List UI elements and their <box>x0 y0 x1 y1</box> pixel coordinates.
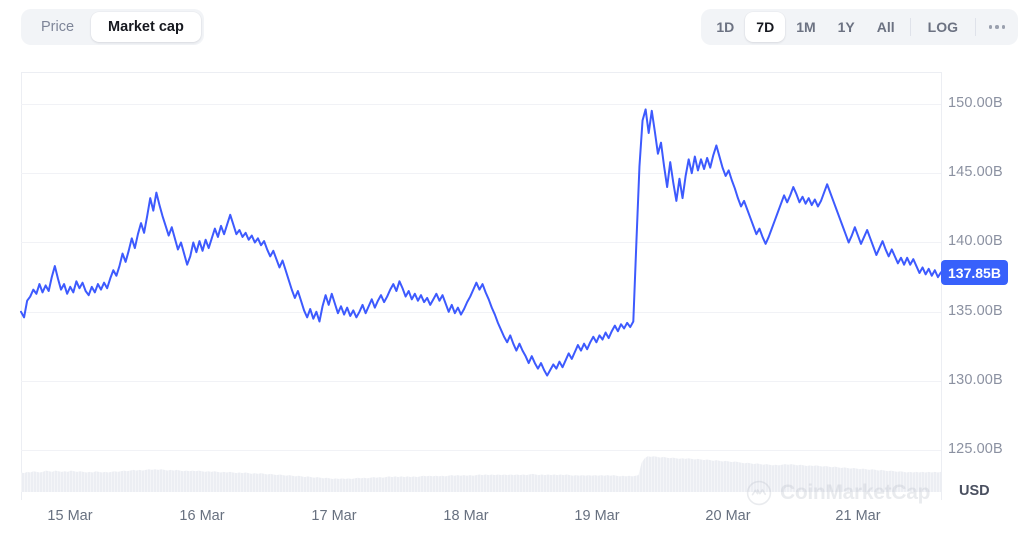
currency-label: USD <box>959 483 990 499</box>
y-axis-label: 135.00B <box>948 302 1003 319</box>
range-7d[interactable]: 7D <box>745 12 786 42</box>
y-axis-label: 125.00B <box>948 441 1003 458</box>
range-1d[interactable]: 1D <box>705 12 745 42</box>
chart-area: CoinMarketCap 150.00B 145.00B 140.00B 135.0… <box>0 60 1032 552</box>
chart-toolbar: Price Market cap 1D 7D 1M 1Y All LOG <box>0 0 1032 60</box>
more-options-icon[interactable] <box>980 12 1014 42</box>
toolbar-divider-1 <box>909 18 911 36</box>
x-axis-label: 16 Mar <box>179 508 225 524</box>
y-axis-label: 145.00B <box>948 164 1003 181</box>
x-axis-label: 21 Mar <box>835 508 881 524</box>
y-axis-label: 140.00B <box>948 233 1003 250</box>
range-1m[interactable]: 1M <box>785 12 826 42</box>
metric-toggle: Price Market cap <box>21 9 204 45</box>
y-axis-label: 130.00B <box>948 372 1003 389</box>
x-axis-label: 19 Mar <box>574 508 620 524</box>
range-selector: 1D 7D 1M 1Y All LOG <box>701 9 1018 45</box>
range-all[interactable]: All <box>866 12 906 42</box>
x-axis-label: 20 Mar <box>705 508 751 524</box>
x-axis-label: 17 Mar <box>311 508 357 524</box>
market-cap-chart-widget: Price Market cap 1D 7D 1M 1Y All LOG Coi… <box>0 0 1032 552</box>
metric-toggle-price[interactable]: Price <box>24 12 91 42</box>
range-1y[interactable]: 1Y <box>827 12 866 42</box>
market-cap-line-chart[interactable] <box>0 60 1032 552</box>
metric-toggle-market-cap[interactable]: Market cap <box>91 12 201 42</box>
log-scale-toggle[interactable]: LOG <box>915 12 971 42</box>
toolbar-divider-2 <box>975 18 976 36</box>
last-value-badge: 137.85B <box>941 260 1008 286</box>
x-axis-label: 15 Mar <box>47 508 93 524</box>
y-axis-label: 150.00B <box>948 94 1003 111</box>
x-axis-label: 18 Mar <box>443 508 489 524</box>
